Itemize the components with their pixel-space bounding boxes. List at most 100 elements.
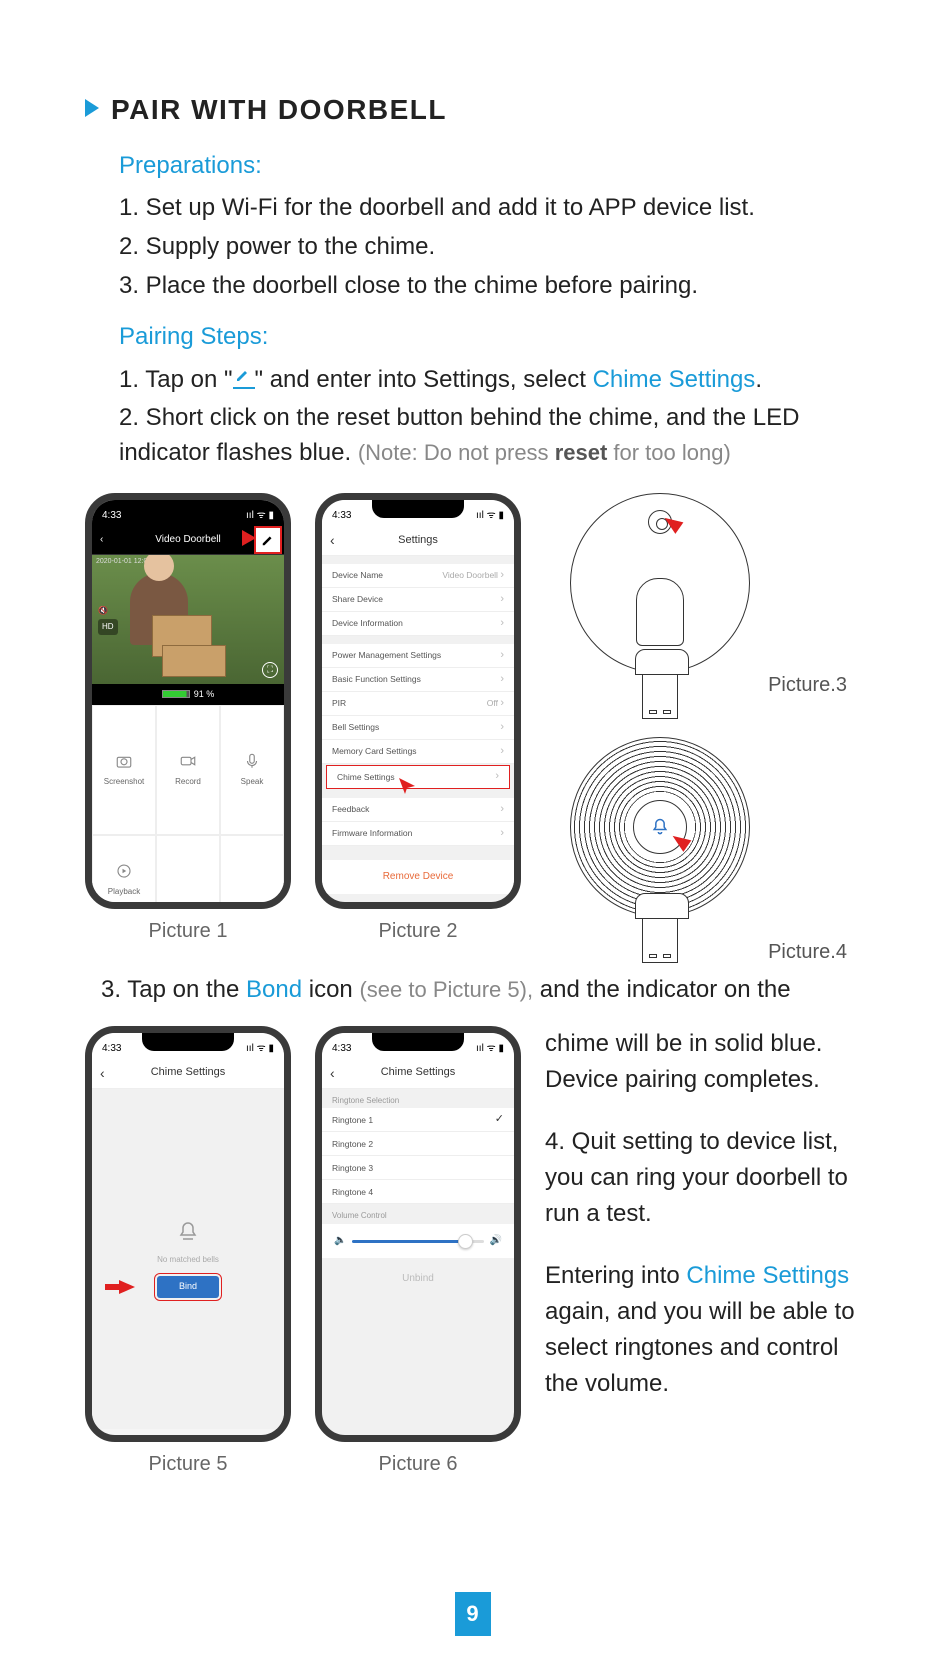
pencil-icon (261, 533, 275, 547)
chevron-right-icon: › (500, 697, 504, 709)
row-label: Basic Function Settings (332, 673, 421, 685)
phone-notch (142, 500, 234, 518)
preparations-label: Preparations: (119, 149, 860, 184)
status-icons: ııl ᯤ ▮ (246, 1042, 274, 1057)
playback-icon (115, 862, 133, 880)
remove-device-button[interactable]: Remove Device (322, 860, 514, 895)
settings-header: ‹ Settings (322, 526, 514, 556)
row-label: Ringtone 2 (332, 1138, 373, 1150)
step-2: 2. Short click on the reset button behin… (119, 401, 860, 471)
section-gap (322, 846, 514, 860)
step-1: 1. Tap on "" and enter into Settings, se… (119, 363, 860, 398)
chime-settings-link: Chime Settings (686, 1262, 849, 1289)
back-icon[interactable]: ‹ (100, 1063, 105, 1083)
share-device-row[interactable]: Share Device› (322, 588, 514, 612)
chime-back-diagram (570, 493, 750, 673)
chime-diagrams: Picture.3 Picture.4 (545, 493, 775, 963)
back-icon[interactable]: ‹ (330, 530, 335, 550)
chime-settings-header: ‹ Chime Settings (322, 1059, 514, 1089)
step1-text2: " and enter into Settings, select (255, 366, 593, 393)
slider-thumb[interactable] (458, 1234, 473, 1249)
chime-front-diagram (570, 737, 750, 917)
speak-button[interactable]: Speak (220, 705, 284, 835)
record-button[interactable]: Record (156, 705, 220, 835)
status-time: 4:33 (102, 1042, 121, 1057)
row-label: Ringtone 1 (332, 1114, 373, 1126)
usb-pin (663, 954, 671, 958)
chevron-right-icon: › (500, 616, 504, 632)
row-label: Ringtone 4 (332, 1186, 373, 1198)
row-label: Chime Settings (337, 771, 395, 783)
video-preview[interactable]: 2020-01-01 12:00:00 🔇 HD ⛶ (92, 554, 284, 684)
header-title: Chime Settings (381, 1065, 456, 1081)
step-4: 4. Quit setting to device list, you can … (545, 1124, 860, 1232)
chime-settings-row[interactable]: Chime Settings› (326, 765, 510, 789)
pairing-steps: 1. Tap on "" and enter into Settings, se… (119, 363, 860, 471)
row-label: Device Name (332, 569, 383, 581)
section-gap (322, 636, 514, 644)
step3-text: 3. Tap on the (101, 976, 246, 1003)
no-matched-bells-text: No matched bells (157, 1254, 219, 1266)
speaker-high-icon: 🔊 (490, 1234, 502, 1249)
ringtone-1-row[interactable]: Ringtone 1 ✓ (322, 1108, 514, 1132)
video-doorbell-header: ‹ Video Doorbell (92, 526, 284, 554)
phone-picture-5: 4:33 ııl ᯤ ▮ ‹ Chime Settings No matched… (85, 1026, 291, 1442)
battery-icon (162, 690, 190, 698)
usb-pin (649, 710, 657, 714)
checkmark-icon: ✓ (495, 1112, 504, 1128)
power-mgmt-row[interactable]: Power Management Settings› (322, 644, 514, 668)
status-icons: ııl ᯤ ▮ (476, 509, 504, 524)
prep-item: 2. Supply power to the chime. (119, 230, 860, 265)
ringtone-2-row[interactable]: Ringtone 2 (322, 1132, 514, 1156)
playback-button[interactable]: Playback (92, 835, 156, 909)
screenshot-button[interactable]: Screenshot (92, 705, 156, 835)
chevron-right-icon: › (500, 802, 504, 818)
bond-link: Bond (246, 976, 302, 1003)
feedback-row[interactable]: Feedback› (322, 798, 514, 822)
pictures-row-2: 4:33 ııl ᯤ ▮ ‹ Chime Settings No matched… (85, 1026, 860, 1479)
pir-row[interactable]: PIROff › (322, 692, 514, 716)
picture-6-caption: Picture 6 (315, 1450, 521, 1479)
status-time: 4:33 (332, 509, 351, 524)
mute-icon[interactable]: 🔇 (98, 605, 108, 617)
memory-card-row[interactable]: Memory Card Settings› (322, 740, 514, 764)
red-arrow-icon (119, 1280, 135, 1294)
row-value: Off (487, 698, 498, 708)
row-label: Memory Card Settings (332, 745, 417, 757)
phone-notch (372, 1033, 464, 1051)
row-label: Bell Settings (332, 721, 379, 733)
firmware-row[interactable]: Firmware Information› (322, 822, 514, 846)
fullscreen-icon[interactable]: ⛶ (262, 662, 278, 678)
speak-label: Speak (241, 776, 264, 788)
step1-end: . (755, 366, 762, 393)
ringtone-4-row[interactable]: Ringtone 4 (322, 1180, 514, 1204)
basic-func-row[interactable]: Basic Function Settings › (322, 668, 514, 692)
chevron-right-icon: › (500, 720, 504, 736)
bind-button[interactable]: Bind (157, 1276, 219, 1298)
pictures-row-1: 4:33 ııl ᯤ ▮ ‹ Video Doorbell 2020-01-01… (85, 493, 860, 963)
ringtone-3-row[interactable]: Ringtone 3 (322, 1156, 514, 1180)
device-name-row[interactable]: Device NameVideo Doorbell › (322, 564, 514, 588)
battery-percent: 91 % (194, 689, 215, 699)
volume-slider-row: 🔈 🔊 (322, 1224, 514, 1259)
empty-cell (156, 835, 220, 909)
back-icon[interactable]: ‹ (330, 1063, 335, 1083)
hd-badge[interactable]: HD (98, 619, 118, 635)
text: Entering into (545, 1262, 686, 1289)
chime-settings-header: ‹ Chime Settings (92, 1059, 284, 1089)
picture-5-caption: Picture 5 (85, 1450, 291, 1479)
device-info-row[interactable]: Device Information› (322, 612, 514, 636)
edit-pencil-icon (233, 371, 255, 389)
unbind-button[interactable]: Unbind (322, 1258, 514, 1301)
note-prefix: (Note: Do not press (358, 440, 555, 465)
usb-pin (649, 954, 657, 958)
chevron-right-icon: › (500, 672, 504, 688)
arrow-bullet-icon (85, 99, 99, 117)
section-gap (322, 790, 514, 798)
prep-item: 1. Set up Wi-Fi for the doorbell and add… (119, 191, 860, 226)
volume-slider[interactable] (352, 1240, 483, 1243)
edit-button[interactable] (256, 528, 280, 552)
bell-settings-row[interactable]: Bell Settings › (322, 716, 514, 740)
playback-label: Playback (108, 886, 140, 898)
camera-icon (115, 752, 133, 770)
